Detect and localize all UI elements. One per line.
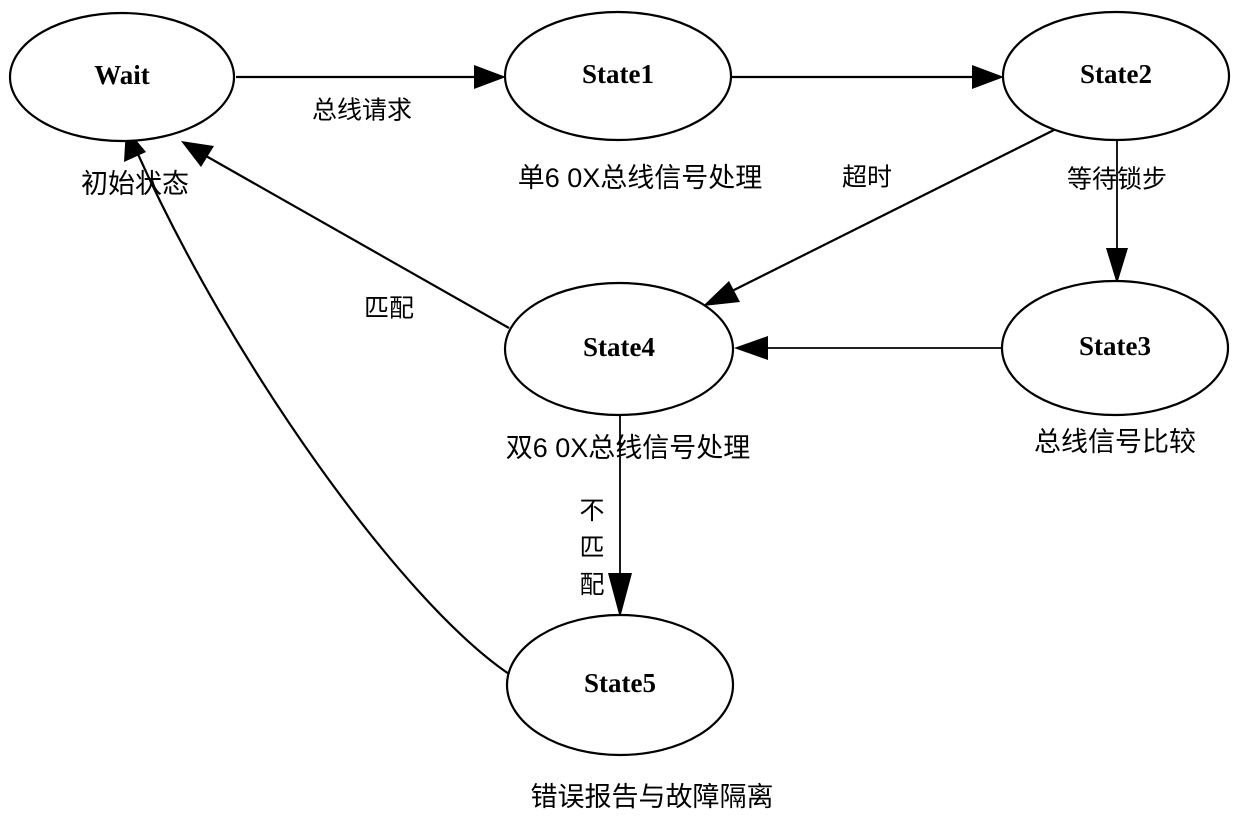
node-state1-caption: 单6 0X总线信号处理 bbox=[518, 163, 763, 193]
state-diagram: Wait 初始状态 State1 单6 0X总线信号处理 State2 Stat… bbox=[0, 0, 1240, 822]
edge-label-mismatch-char-2: 匹 bbox=[579, 534, 604, 562]
edge-label-wait-lockstep: 等待锁步 bbox=[1067, 166, 1167, 194]
arrowhead-wait-state1 bbox=[474, 65, 506, 89]
node-state1[interactable]: State1 bbox=[503, 10, 733, 142]
node-state2-label: State2 bbox=[1080, 59, 1152, 89]
node-wait-caption: 初始状态 bbox=[81, 169, 189, 199]
node-state1-label: State1 bbox=[582, 59, 654, 89]
edge-wait-to-state1 bbox=[236, 65, 506, 89]
arrowhead-state3-state4 bbox=[734, 336, 768, 360]
edge-label-bus-request: 总线请求 bbox=[312, 97, 412, 125]
node-wait-label: Wait bbox=[94, 60, 150, 90]
arrowhead-state2-state3 bbox=[1106, 248, 1128, 284]
edge-state3-to-state4 bbox=[734, 336, 1002, 360]
node-state4-caption: 双6 0X总线信号处理 bbox=[506, 433, 751, 463]
edge-state4-to-wait bbox=[181, 141, 510, 329]
diagram-canvas: Wait 初始状态 State1 单6 0X总线信号处理 State2 Stat… bbox=[8, 10, 1231, 812]
edge-state5-to-wait bbox=[124, 128, 510, 675]
node-state5[interactable]: State5 bbox=[505, 613, 735, 757]
edge-label-mismatch-char-1: 不 bbox=[579, 497, 604, 525]
edge-state2-to-state4 bbox=[703, 127, 1059, 306]
node-state5-caption: 错误报告与故障隔离 bbox=[531, 782, 774, 812]
arrowhead-state1-state2 bbox=[972, 65, 1004, 89]
arrowhead-state2-state4 bbox=[703, 281, 740, 306]
edge-line-state4-wait bbox=[205, 155, 510, 329]
node-state5-label: State5 bbox=[584, 668, 656, 698]
arrowhead-state4-wait bbox=[181, 141, 214, 167]
node-wait[interactable]: Wait bbox=[8, 11, 236, 143]
node-state4-label: State4 bbox=[583, 332, 655, 362]
edge-state1-to-state2 bbox=[732, 65, 1004, 89]
edge-label-timeout: 超时 bbox=[842, 164, 892, 192]
node-state2[interactable]: State2 bbox=[1001, 10, 1231, 142]
node-state3-caption: 总线信号比较 bbox=[1034, 427, 1196, 457]
node-state3-label: State3 bbox=[1079, 331, 1151, 361]
node-state3[interactable]: State3 bbox=[1000, 279, 1230, 417]
arrowhead-state4-state5 bbox=[608, 573, 632, 618]
edge-line-state2-state4 bbox=[729, 127, 1059, 293]
node-state4[interactable]: State4 bbox=[503, 281, 735, 417]
edge-state2-to-state3 bbox=[1106, 140, 1128, 284]
edge-label-mismatch: 不 匹 配 bbox=[579, 497, 604, 599]
edge-label-mismatch-char-3: 配 bbox=[579, 571, 604, 599]
edge-line-state5-wait bbox=[135, 151, 510, 675]
edge-label-match: 匹配 bbox=[364, 295, 414, 323]
